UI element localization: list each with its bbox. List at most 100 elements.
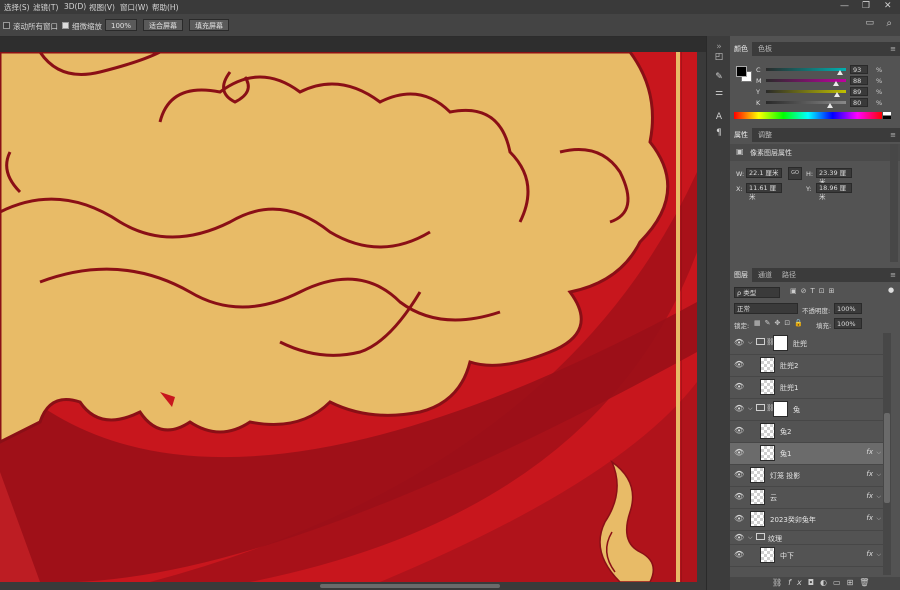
black-white-ramp[interactable] [883, 112, 891, 119]
effects-expand-icon[interactable]: ⌵ [876, 515, 881, 523]
canvas-vertical-scrollbar[interactable] [697, 52, 706, 582]
panel-menu-icon[interactable]: ≡ [890, 271, 896, 279]
effects-expand-icon[interactable]: ⌵ [876, 449, 881, 457]
channel-k-slider[interactable] [766, 101, 846, 104]
menu-select[interactable]: 选择(S) [4, 2, 30, 13]
expand-chevron-icon[interactable]: ⌵ [748, 339, 753, 347]
history-icon[interactable]: ◰ [713, 52, 725, 62]
group-mask-thumbnail[interactable] [773, 401, 788, 417]
visibility-eye-icon[interactable]: 👁 [734, 361, 744, 369]
lock-icons[interactable]: ▦✎✥⊡🔒 [754, 319, 807, 327]
layer-effects-icon[interactable]: fx [866, 514, 873, 522]
layer-effects-icon[interactable]: fx [866, 448, 873, 456]
x-field[interactable]: 11.61 厘米 [746, 183, 782, 201]
channel-k-knob[interactable] [827, 103, 833, 108]
visibility-eye-icon[interactable]: 👁 [734, 339, 744, 347]
layer-effects-icon[interactable]: fx [866, 492, 873, 500]
color-spectrum[interactable] [734, 112, 882, 119]
visibility-eye-icon[interactable]: 👁 [734, 515, 744, 523]
fill-screen-button[interactable]: 填充屏幕 [189, 19, 229, 31]
link-dimensions-icon[interactable]: GO [788, 167, 802, 180]
layer-thumbnail[interactable] [750, 511, 765, 527]
properties-scrollbar[interactable] [890, 144, 898, 262]
y-field[interactable]: 18.96 厘米 [816, 183, 852, 201]
blend-mode-select[interactable]: 正常 [734, 303, 798, 314]
tab-paths[interactable]: 路径 [778, 268, 800, 282]
scroll-all-windows-checkbox[interactable] [3, 22, 10, 29]
restore-button[interactable]: ❐ [862, 1, 870, 11]
layers-scrollbar[interactable] [883, 333, 891, 575]
visibility-eye-icon[interactable]: 👁 [734, 405, 744, 413]
close-button[interactable]: ✕ [884, 1, 892, 11]
layer-group-row[interactable]: 👁 ⌵ ⛓ 肚兜 [730, 333, 883, 355]
layer-row[interactable]: 👁 肚兜1 [730, 377, 883, 399]
fill-field[interactable]: 100% [834, 318, 862, 329]
channel-m-value[interactable]: 88 [850, 76, 868, 85]
panel-menu-icon[interactable]: ≡ [890, 45, 896, 53]
effects-expand-icon[interactable]: ⌵ [876, 471, 881, 479]
visibility-eye-icon[interactable]: 👁 [734, 534, 744, 542]
group-mask-thumbnail[interactable] [773, 335, 788, 351]
layer-row[interactable]: 👁 灯笼 投影 fx ⌵ [730, 465, 883, 487]
visibility-eye-icon[interactable]: 👁 [734, 493, 744, 501]
menu-3d[interactable]: 3D(D) [64, 2, 86, 11]
menu-window[interactable]: 窗口(W) [120, 2, 148, 13]
layer-row[interactable]: 👁 兔2 [730, 421, 883, 443]
layer-actions-icons[interactable]: ⛓fx◘◐▭⊞🗑 [772, 578, 875, 587]
layer-effects-icon[interactable]: fx [866, 470, 873, 478]
fine-zoom-checkbox[interactable] [62, 22, 69, 29]
channel-c-knob[interactable] [837, 70, 844, 75]
document-canvas[interactable] [0, 52, 706, 582]
search-icon[interactable]: ⌕ [886, 18, 892, 29]
layer-row[interactable]: 👁 肚兜2 [730, 355, 883, 377]
tab-color[interactable]: 颜色 [730, 42, 752, 56]
layer-thumbnail[interactable] [760, 379, 775, 395]
layer-thumbnail[interactable] [760, 547, 775, 563]
menu-view[interactable]: 视图(V) [89, 2, 115, 13]
layer-row[interactable]: 👁 中下 fx ⌵ [730, 545, 883, 567]
menu-filter[interactable]: 滤镜(T) [33, 2, 58, 13]
tab-swatches[interactable]: 色板 [754, 42, 776, 56]
layer-group-row[interactable]: 👁 ⌵ ⛓ 兔 [730, 399, 883, 421]
visibility-eye-icon[interactable]: 👁 [734, 449, 744, 457]
layer-thumbnail[interactable] [760, 357, 775, 373]
brush-icon[interactable]: ✎ [713, 72, 725, 82]
tab-properties[interactable]: 属性 [730, 128, 752, 142]
adjust-sliders-icon[interactable]: ⚌ [713, 88, 725, 98]
visibility-eye-icon[interactable]: 👁 [734, 471, 744, 479]
menu-help[interactable]: 帮助(H) [152, 2, 179, 13]
expand-chevron-icon[interactable]: ⌵ [748, 534, 753, 542]
layer-thumbnail[interactable] [750, 467, 765, 483]
channel-y-value[interactable]: 89 [850, 87, 868, 96]
tab-adjustments[interactable]: 调整 [754, 128, 776, 142]
opacity-field[interactable]: 100% [834, 303, 862, 314]
visibility-eye-icon[interactable]: 👁 [734, 551, 744, 559]
effects-expand-icon[interactable]: ⌵ [876, 493, 881, 501]
panel-menu-icon[interactable]: ≡ [890, 131, 896, 139]
layer-thumbnail[interactable] [760, 445, 775, 461]
tab-channels[interactable]: 通道 [754, 268, 776, 282]
foreground-swatch[interactable] [736, 66, 747, 77]
effects-expand-icon[interactable]: ⌵ [876, 551, 881, 559]
visibility-eye-icon[interactable]: 👁 [734, 427, 744, 435]
channel-k-value[interactable]: 80 [850, 98, 868, 107]
layer-filter-select[interactable]: ρ 类型 [734, 287, 780, 298]
layers-scroll-thumb[interactable] [884, 413, 890, 503]
expand-chevron-icon[interactable]: ⌵ [748, 405, 753, 413]
zoom-value-field[interactable]: 100% [105, 19, 137, 31]
scroll-thumb[interactable] [320, 584, 500, 588]
channel-m-knob[interactable] [833, 81, 840, 86]
width-field[interactable]: 22.1 厘米 [746, 168, 782, 178]
filter-toggle-icon[interactable]: ● [888, 286, 894, 294]
layer-thumbnail[interactable] [750, 489, 765, 505]
channel-y-knob[interactable] [834, 92, 841, 97]
canvas-horizontal-scrollbar[interactable] [0, 582, 706, 590]
layer-group-row[interactable]: 👁 ⌵ 纹理 [730, 531, 883, 545]
channel-c-slider[interactable] [766, 68, 846, 71]
filter-icons[interactable]: ▣⊘T⊡⊞ [790, 287, 839, 295]
fit-screen-button[interactable]: 适合屏幕 [143, 19, 183, 31]
layer-effects-icon[interactable]: fx [866, 550, 873, 558]
minimize-button[interactable]: — [840, 1, 849, 11]
paragraph-icon[interactable]: ¶ [713, 128, 725, 138]
workspace-icon[interactable]: ▭ [865, 18, 874, 28]
